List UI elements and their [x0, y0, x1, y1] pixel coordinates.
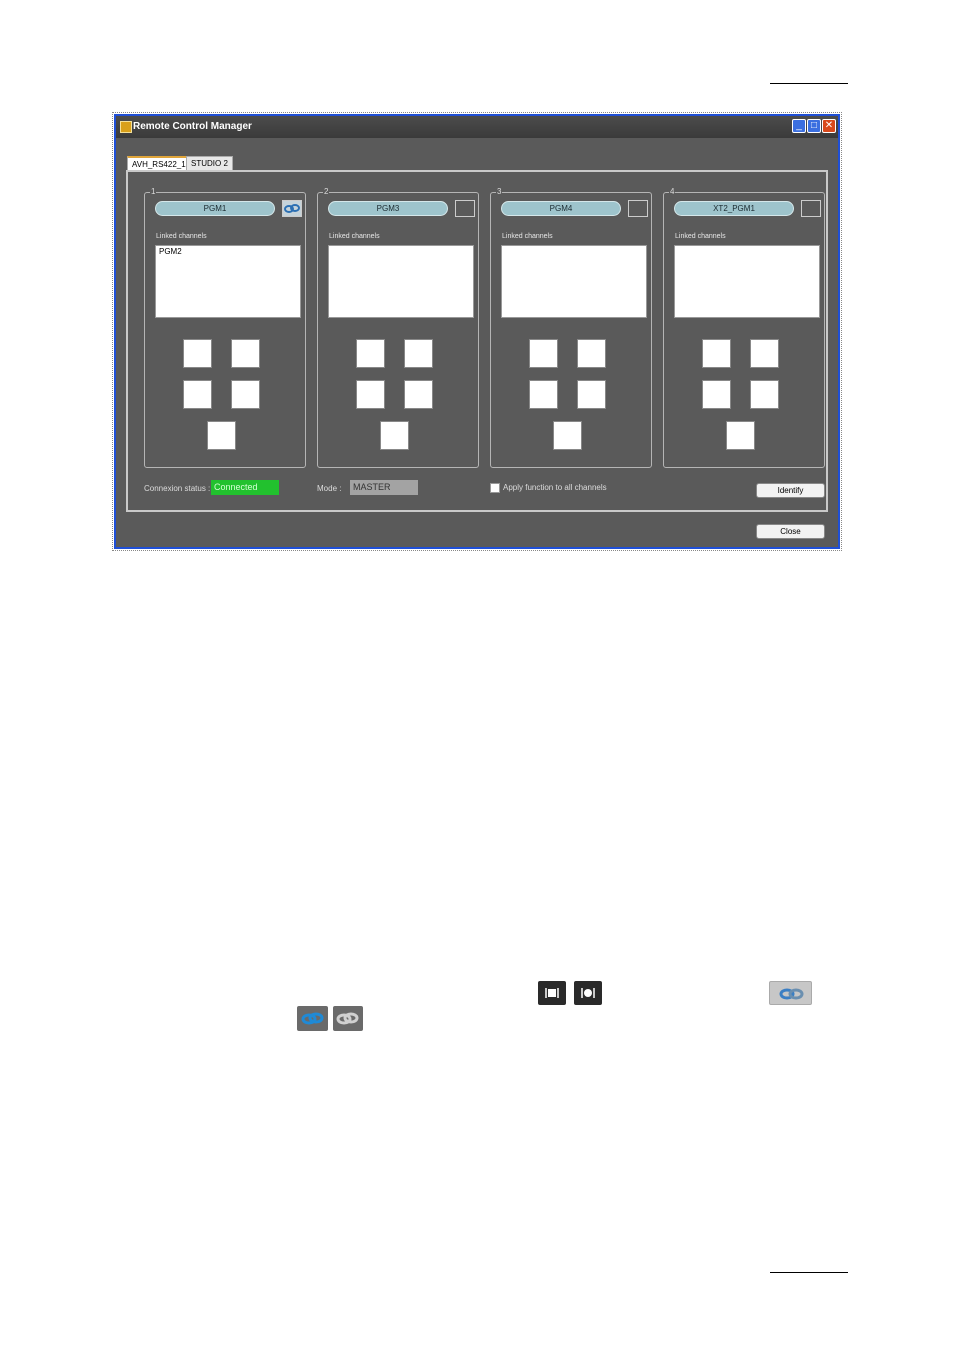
linked-channels-label: Linked channels	[156, 233, 207, 240]
apply-all-label[interactable]: Apply function to all channels	[503, 483, 607, 492]
channel-pill[interactable]: PGM3	[328, 201, 448, 216]
link-icon-dark	[333, 1006, 363, 1031]
group-number: 1	[150, 187, 157, 197]
channel-group-4: 4 XT2_PGM1 Linked channels	[663, 187, 825, 468]
close-button[interactable]: Close	[756, 524, 825, 539]
function-button-2[interactable]	[404, 339, 433, 368]
function-button-1[interactable]	[702, 339, 731, 368]
function-button-2[interactable]	[231, 339, 260, 368]
apply-all-checkbox[interactable]	[490, 483, 500, 493]
maximize-button[interactable]: □	[807, 119, 821, 133]
tab-studio-2[interactable]: STUDIO 2	[186, 156, 233, 170]
record-icon	[574, 981, 602, 1005]
linked-channels-list[interactable]	[328, 245, 474, 318]
header-rule	[770, 83, 848, 84]
connexion-status-label: Connexion status :	[144, 484, 211, 493]
link-toggle-button[interactable]	[801, 200, 821, 217]
linked-channels-label: Linked channels	[502, 233, 553, 240]
minimize-button[interactable]: _	[792, 119, 806, 133]
function-button-1[interactable]	[356, 339, 385, 368]
mode-label: Mode :	[317, 484, 342, 493]
mode-value: MASTER	[350, 480, 418, 495]
group-number: 4	[669, 187, 676, 197]
remote-control-manager-window: Remote Control Manager _ □ ✕ AVH_RS422_1…	[112, 112, 842, 551]
linked-channels-list[interactable]: PGM2	[155, 245, 301, 318]
channel-pill[interactable]: PGM1	[155, 201, 275, 216]
link-icon[interactable]	[282, 200, 302, 217]
channel-group-3: 3 PGM4 Linked channels	[490, 187, 652, 468]
function-button-4[interactable]	[750, 380, 779, 409]
linked-channels-list[interactable]	[501, 245, 647, 318]
tab-panel: 1 PGM1 Linked channels PGM2 2 PGM3 Linke…	[126, 170, 828, 512]
function-button-5[interactable]	[726, 421, 755, 450]
linked-channels-label: Linked channels	[329, 233, 380, 240]
function-button-4[interactable]	[577, 380, 606, 409]
tab-avh-rs422-1[interactable]: AVH_RS422_1	[127, 156, 191, 170]
list-item[interactable]: PGM2	[156, 246, 300, 257]
function-button-1[interactable]	[183, 339, 212, 368]
function-button-4[interactable]	[231, 380, 260, 409]
function-button-3[interactable]	[356, 380, 385, 409]
function-button-5[interactable]	[207, 421, 236, 450]
channel-group-2: 2 PGM3 Linked channels	[317, 187, 479, 468]
group-number: 2	[323, 187, 330, 197]
close-window-button[interactable]: ✕	[822, 119, 836, 133]
connexion-status-value: Connected	[211, 480, 279, 495]
function-button-4[interactable]	[404, 380, 433, 409]
link-icon-gray	[769, 981, 812, 1005]
function-button-2[interactable]	[577, 339, 606, 368]
player-icon	[538, 981, 566, 1005]
channel-group-1: 1 PGM1 Linked channels PGM2	[144, 187, 306, 468]
linked-channels-label: Linked channels	[675, 233, 726, 240]
function-button-5[interactable]	[553, 421, 582, 450]
footer-rule	[770, 1272, 848, 1273]
function-button-2[interactable]	[750, 339, 779, 368]
function-button-5[interactable]	[380, 421, 409, 450]
link-toggle-button[interactable]	[628, 200, 648, 217]
function-button-3[interactable]	[529, 380, 558, 409]
function-button-3[interactable]	[702, 380, 731, 409]
window-title: Remote Control Manager	[133, 121, 252, 132]
linked-channels-list[interactable]	[674, 245, 820, 318]
function-button-3[interactable]	[183, 380, 212, 409]
title-bar[interactable]: Remote Control Manager _ □ ✕	[116, 116, 838, 138]
function-button-1[interactable]	[529, 339, 558, 368]
group-number: 3	[496, 187, 503, 197]
app-icon	[120, 121, 132, 133]
link-toggle-button[interactable]	[455, 200, 475, 217]
link-icon-blue	[297, 1006, 328, 1031]
identify-button[interactable]: Identify	[756, 483, 825, 498]
channel-pill[interactable]: XT2_PGM1	[674, 201, 794, 216]
channel-pill[interactable]: PGM4	[501, 201, 621, 216]
